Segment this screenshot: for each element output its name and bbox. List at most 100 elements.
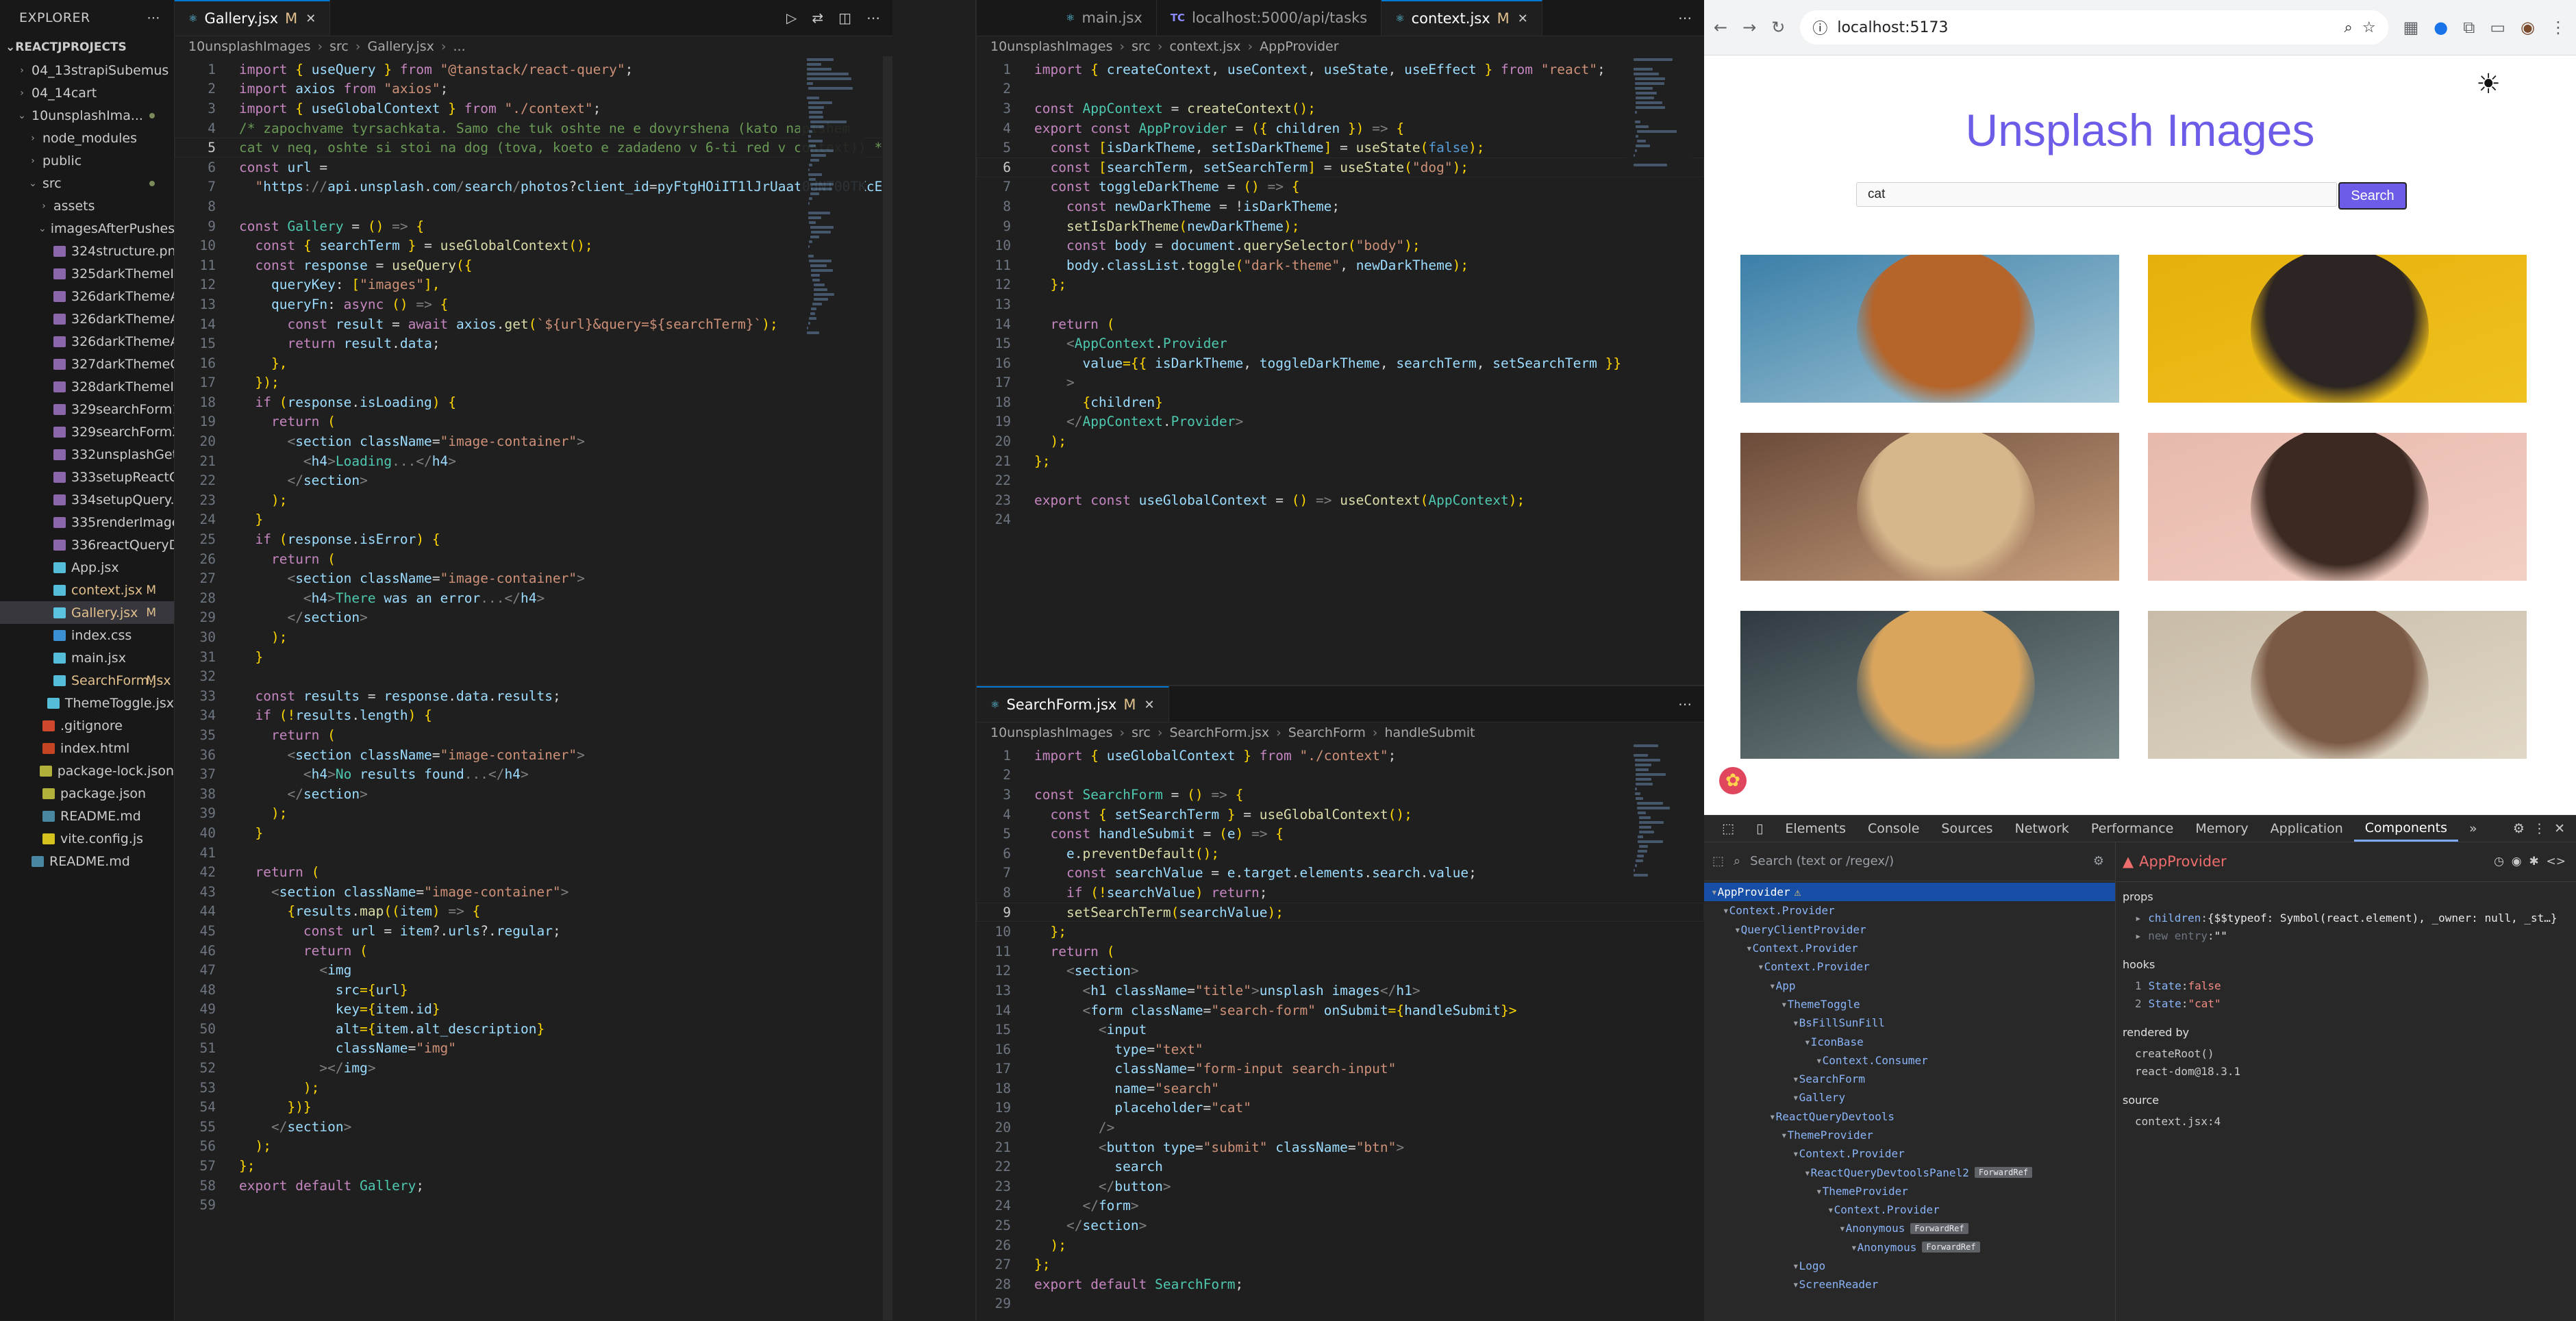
extension-icon[interactable]: ▦ — [2403, 18, 2419, 37]
project-root[interactable]: ⌄ REACTJPROJECTS — [0, 36, 174, 59]
component-tree-row[interactable]: ▾ Anonymous ForwardRef — [1704, 1219, 2115, 1237]
code-line[interactable]: 34 if (!results.length) { — [175, 706, 892, 726]
code-line[interactable]: 51 className="img" — [175, 1039, 892, 1059]
component-tree-row[interactable]: ▾ ThemeToggle — [1704, 995, 2115, 1014]
chevron-down-icon[interactable]: ▾ — [1804, 1035, 1811, 1048]
component-tree-row[interactable]: ▾ ScreenReader — [1704, 1275, 2115, 1294]
extension-icon[interactable]: ● — [2434, 18, 2448, 37]
code-line[interactable]: 32 — [175, 666, 892, 686]
code-line[interactable]: 25 if (response.isError) { — [175, 529, 892, 549]
tree-item[interactable]: 333setupReactQu... — [0, 466, 174, 488]
code-line[interactable]: 5 const [isDarkTheme, setIsDarkTheme] = … — [977, 138, 1704, 158]
code-line[interactable]: 13 queryFn: async () => { — [175, 294, 892, 314]
breadcrumb-item[interactable]: AppProvider — [1260, 39, 1338, 54]
devtools-tab-network[interactable]: Network — [2004, 816, 2080, 842]
chevron-down-icon[interactable]: ▾ — [1792, 1072, 1799, 1085]
code-line[interactable]: 4 const { setSearchTerm } = useGlobalCon… — [977, 805, 1704, 825]
code-line[interactable]: 10 }; — [977, 922, 1704, 942]
code-line[interactable]: 6 e.preventDefault(); — [977, 844, 1704, 864]
react-query-devtools-logo-icon[interactable]: ✿ — [1719, 767, 1747, 794]
tree-item[interactable]: ThemeToggle.jsx — [0, 692, 174, 714]
code-line[interactable]: 58 export default Gallery; — [175, 1176, 892, 1196]
code-line[interactable]: 20 ); — [977, 431, 1704, 451]
minimap[interactable] — [800, 56, 865, 339]
code-line[interactable]: 8 if (!searchValue) return; — [977, 883, 1704, 903]
code-line[interactable]: 17 }); — [175, 373, 892, 393]
component-tree-row[interactable]: ▾ Gallery — [1704, 1088, 2115, 1107]
component-tree-row[interactable]: ▾ App — [1704, 976, 2115, 994]
tree-item[interactable]: ⌄ 10unsplashIma... — [0, 104, 174, 127]
chevron-down-icon[interactable]: ▾ — [1792, 1259, 1799, 1272]
code-line[interactable]: 22 search — [977, 1157, 1704, 1177]
code-line[interactable]: 15 <AppContext.Provider — [977, 334, 1704, 353]
code-line[interactable]: 31 } — [175, 647, 892, 667]
code-line[interactable]: 54 })} — [175, 1097, 892, 1117]
gallery-image[interactable] — [1740, 611, 2119, 759]
code-line[interactable]: 6 const url = — [175, 158, 892, 177]
code-line[interactable]: 53 ); — [175, 1078, 892, 1098]
code-line[interactable]: 5 cat v neq, oshte si stoi na dog (tova, … — [175, 138, 892, 158]
chevron-down-icon[interactable]: ▾ — [1769, 1110, 1776, 1123]
breadcrumb-item[interactable]: SearchForm — [1288, 725, 1366, 740]
code-line[interactable]: 9 setSearchTerm(searchValue); — [977, 903, 1704, 922]
code-line[interactable]: 17 className="form-input search-input" — [977, 1059, 1704, 1079]
chevron-down-icon[interactable]: ▾ — [1816, 1185, 1823, 1198]
component-tree-row[interactable]: ▾ AppProvider ⚠ — [1704, 883, 2115, 902]
component-tree-row[interactable]: ▾ ThemeProvider — [1704, 1126, 2115, 1144]
code-line[interactable]: 17 > — [977, 373, 1704, 393]
code-line[interactable]: 37 <h4>No results found...</h4> — [175, 764, 892, 784]
component-tree-row[interactable]: ▾ SearchForm — [1704, 1070, 2115, 1088]
code-line[interactable]: 47 <img — [175, 960, 892, 980]
close-icon[interactable]: ✕ — [305, 12, 316, 26]
source-location[interactable]: context.jsx:4 — [2116, 1112, 2576, 1130]
component-tree-row[interactable]: ▾ Anonymous ForwardRef — [1704, 1238, 2115, 1257]
search-placeholder[interactable]: Search (text or /regex/) — [1750, 854, 1894, 868]
gear-icon[interactable]: ⚙ — [2513, 821, 2525, 836]
code-line[interactable]: 55 </section> — [175, 1117, 892, 1137]
sidebar-icon[interactable]: ▭ — [2490, 18, 2505, 37]
code-editor[interactable]: 1 import { useGlobalContext } from "./con… — [977, 746, 1704, 1313]
code-line[interactable]: 11 const response = useQuery({ — [175, 255, 892, 275]
component-tree-row[interactable]: ▾ BsFillSunFill — [1704, 1014, 2115, 1032]
tree-item[interactable]: package-lock.json — [0, 759, 174, 782]
more-actions-icon[interactable]: ⋯ — [866, 10, 880, 26]
tree-item[interactable]: index.html — [0, 737, 174, 759]
code-line[interactable]: 27 <section className="image-container"> — [175, 568, 892, 588]
chevron-down-icon[interactable]: ▾ — [1851, 1241, 1858, 1254]
tab-searchform[interactable]: ⚛ SearchForm.jsx M ✕ — [977, 686, 1169, 722]
chevron-down-icon[interactable]: ▾ — [1816, 1054, 1823, 1067]
code-line[interactable]: 40 } — [175, 823, 892, 843]
code-line[interactable]: 23 </button> — [977, 1177, 1704, 1196]
code-line[interactable]: 2 — [977, 79, 1704, 99]
tree-item[interactable]: ⌄ src — [0, 172, 174, 194]
breadcrumb-item[interactable]: src — [1131, 39, 1151, 54]
close-icon[interactable]: ✕ — [1518, 12, 1528, 26]
code-line[interactable]: 7 "https://api.unsplash.com/search/photo… — [175, 177, 892, 197]
code-line[interactable]: 22 </section> — [175, 470, 892, 490]
code-line[interactable]: 6 const [searchTerm, setSearchTerm] = us… — [977, 158, 1704, 177]
tree-item[interactable]: 328darkThemeIf... — [0, 375, 174, 398]
code-line[interactable]: 9 const Gallery = () => { — [175, 216, 892, 236]
minimap[interactable] — [1627, 742, 1692, 881]
code-line[interactable]: 46 return ( — [175, 941, 892, 961]
reload-icon[interactable]: ↻ — [1771, 18, 1785, 37]
devtools-tab-memory[interactable]: Memory — [2184, 816, 2259, 842]
gear-icon[interactable]: ⚙ — [2093, 854, 2104, 868]
tree-item[interactable]: package.json — [0, 782, 174, 805]
search-input[interactable] — [1856, 182, 2337, 207]
tree-item[interactable]: 326darkThemeAd... — [0, 307, 174, 330]
tree-item[interactable]: ⌄ imagesAfterPushes — [0, 217, 174, 240]
chevron-down-icon[interactable]: ▾ — [1711, 885, 1718, 898]
code-editor[interactable]: 1 import { useQuery } from "@tanstack/rea… — [175, 60, 892, 1215]
chevron-down-icon[interactable]: ▾ — [1781, 998, 1788, 1011]
select-element-icon[interactable]: ⬚ — [1712, 854, 1724, 868]
code-line[interactable]: 4 export const AppProvider = ({ children … — [977, 118, 1704, 138]
devtools-tab-sources[interactable]: Sources — [1930, 816, 2003, 842]
breadcrumb-item[interactable]: ... — [453, 39, 466, 54]
code-line[interactable]: 16 type="text" — [977, 1040, 1704, 1059]
code-line[interactable]: 49 key={item.id} — [175, 1000, 892, 1020]
code-line[interactable]: 16 value={{ isDarkTheme, toggleDarkTheme… — [977, 353, 1704, 373]
prop-row[interactable]: ▸ new entry: "" — [2116, 927, 2576, 944]
code-line[interactable]: 12 <section> — [977, 961, 1704, 981]
component-tree-row[interactable]: ▾ Context.Provider — [1704, 1144, 2115, 1163]
